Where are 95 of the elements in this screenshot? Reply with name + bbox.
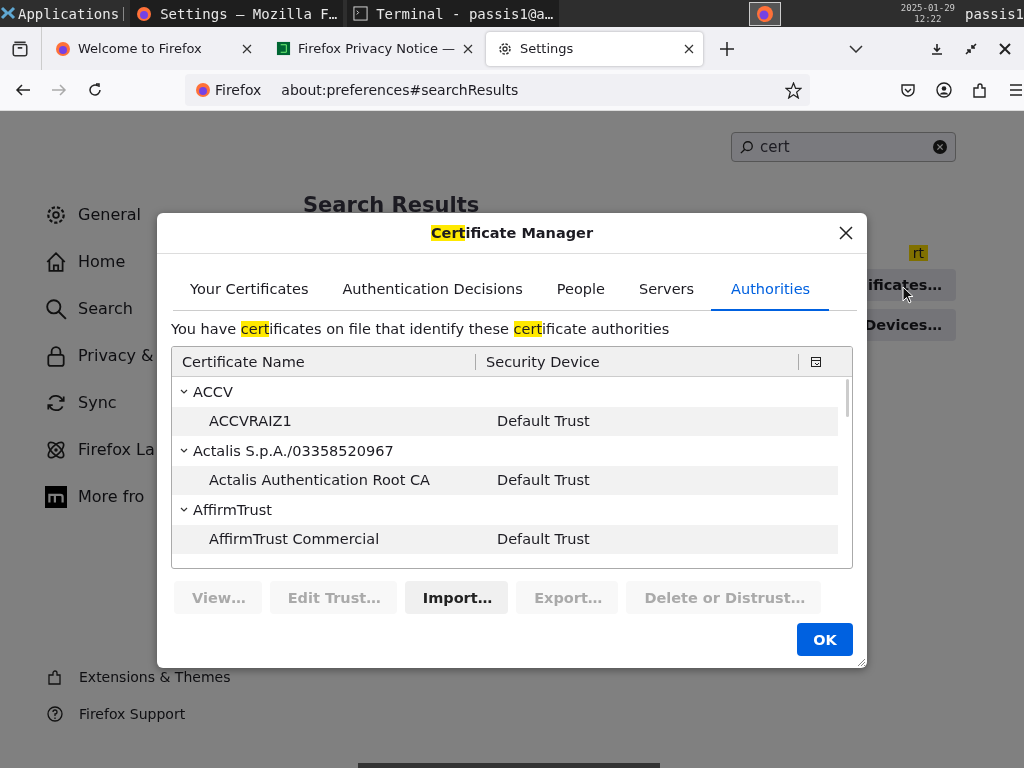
time-text: 12:22 — [914, 13, 942, 25]
description-text: You have certificates on file that identify these certificate authorities — [171, 321, 671, 337]
puzzle-icon — [47, 668, 63, 685]
close-icon[interactable] — [684, 43, 694, 54]
firefox-icon — [136, 5, 153, 22]
chevron-down-icon[interactable] — [849, 44, 863, 53]
dialog-tab[interactable]: People — [539, 269, 622, 310]
gear-icon — [497, 40, 513, 57]
dialog-tab[interactable]: Servers — [621, 269, 712, 310]
expand-chevron-icon[interactable] — [180, 447, 188, 454]
identity-badge[interactable]: Firefox — [195, 82, 262, 98]
taskbar-window[interactable]: Terminal - passis1@a… — [347, 0, 560, 27]
sidebar-label: Privacy & — [78, 346, 154, 365]
gear-icon — [45, 203, 67, 226]
page-icon — [276, 41, 291, 56]
certificate-name: ACCVRAIZ1 — [209, 413, 293, 430]
resize-grip-icon[interactable] — [856, 657, 866, 667]
firefox-icon — [55, 40, 71, 57]
tree-group-name: ACCV — [193, 383, 233, 400]
security-device: Default Trust — [497, 472, 590, 489]
home-icon — [45, 250, 67, 273]
puzzle-icon[interactable] — [972, 82, 988, 98]
m-logo-icon — [45, 485, 67, 508]
firefox-launcher-icon[interactable] — [748, 1, 781, 26]
close-icon[interactable] — [839, 226, 853, 240]
column-picker-icon[interactable] — [811, 356, 821, 367]
dialog-button[interactable]: Import… — [404, 581, 509, 614]
dialog-tab[interactable]: Your Certificates — [173, 269, 326, 310]
scrollbar-thumb[interactable] — [846, 379, 849, 417]
sidebar-icon[interactable] — [11, 39, 29, 58]
column-header[interactable]: Certificate Name — [172, 353, 476, 370]
clear-icon[interactable] — [933, 140, 947, 154]
column-header[interactable]: Security Device — [476, 353, 799, 370]
sidebar-label: Search — [78, 299, 133, 318]
account-icon[interactable] — [936, 82, 952, 98]
sidebar-label: Sync — [78, 393, 117, 412]
restore-icon[interactable] — [965, 42, 977, 55]
new-tab-icon[interactable] — [720, 41, 734, 56]
sidebar-item[interactable]: Search — [45, 285, 133, 332]
url-text: about:preferences#searchResults — [281, 82, 519, 98]
close-icon[interactable] — [463, 43, 473, 54]
firefox-icon — [195, 82, 211, 98]
pocket-icon[interactable] — [900, 82, 916, 98]
user-name: passis1 — [965, 5, 1024, 22]
sidebar-item[interactable]: General — [45, 191, 142, 238]
expand-chevron-icon[interactable] — [180, 388, 188, 395]
close-icon[interactable] — [242, 43, 252, 54]
applications-menu[interactable]: Applications — [0, 5, 124, 22]
dialog-tab[interactable]: Authorities — [711, 269, 830, 311]
security-device: Default Trust — [497, 531, 590, 548]
browser-tab[interactable]: Settings — [486, 31, 703, 66]
security-device: Default Trust — [497, 413, 590, 430]
minimize-icon[interactable] — [931, 42, 943, 55]
search-highlight: rt — [908, 245, 928, 261]
sidebar-label: Home — [78, 252, 126, 271]
identity-label: Firefox — [215, 82, 262, 98]
sidebar-item[interactable]: Sync — [45, 379, 117, 426]
search-icon — [740, 140, 754, 154]
sidebar-label: General — [78, 205, 142, 224]
date-text: 2025-01-29 — [900, 2, 955, 14]
footer-label: Firefox Support — [79, 705, 186, 722]
back-arrow-icon[interactable] — [15, 82, 31, 98]
browser-tab[interactable]: Firefox Privacy Notice — — [265, 31, 482, 66]
sidebar-footer-link[interactable]: Extensions & Themes — [45, 658, 231, 695]
sidebar-label: Firefox La — [78, 440, 155, 459]
terminal-icon — [353, 6, 369, 21]
menu-icon[interactable] — [1008, 82, 1024, 98]
ok-button[interactable]: OK — [797, 623, 853, 656]
certificate-name: AffirmTrust Commercial — [209, 531, 381, 548]
sidebar-label: More fro — [78, 487, 145, 506]
dialog-title: Certificate Manager — [430, 225, 594, 241]
certificate-name: Actalis Authentication Root CA — [209, 472, 431, 489]
help-icon — [47, 705, 63, 722]
expand-chevron-icon[interactable] — [180, 506, 188, 513]
sidebar-item[interactable]: Privacy & — [45, 332, 154, 379]
sidebar-item[interactable]: More fro — [45, 473, 145, 520]
tree-group-name: AffirmTrust — [193, 501, 272, 518]
dialog-tab[interactable]: Authentication Decisions — [325, 269, 540, 310]
sidebar-footer-link[interactable]: Firefox Support — [45, 695, 186, 732]
reload-icon[interactable] — [87, 82, 103, 98]
close-icon[interactable] — [999, 42, 1011, 55]
star-icon[interactable] — [785, 81, 802, 99]
search-field[interactable]: cert — [731, 132, 956, 162]
settings-button[interactable]: ificates… — [864, 269, 956, 301]
footer-label: Extensions & Themes — [79, 668, 231, 685]
page-heading: Search Results — [303, 193, 481, 217]
sidebar-item[interactable]: Firefox La — [45, 426, 155, 473]
tree-group-name: Actalis S.p.A./03358520967 — [193, 442, 394, 459]
app-menu-icon — [0, 5, 16, 22]
address-bar[interactable]: Firefox about:preferences#searchResults — [185, 74, 810, 106]
browser-tab[interactable]: Welcome to Firefox — [44, 31, 261, 66]
lock-icon — [45, 344, 67, 367]
taskbar-window[interactable]: Settings — Mozilla F… — [130, 0, 344, 27]
sidebar-item[interactable]: Home — [45, 238, 126, 285]
search-icon — [45, 297, 67, 320]
